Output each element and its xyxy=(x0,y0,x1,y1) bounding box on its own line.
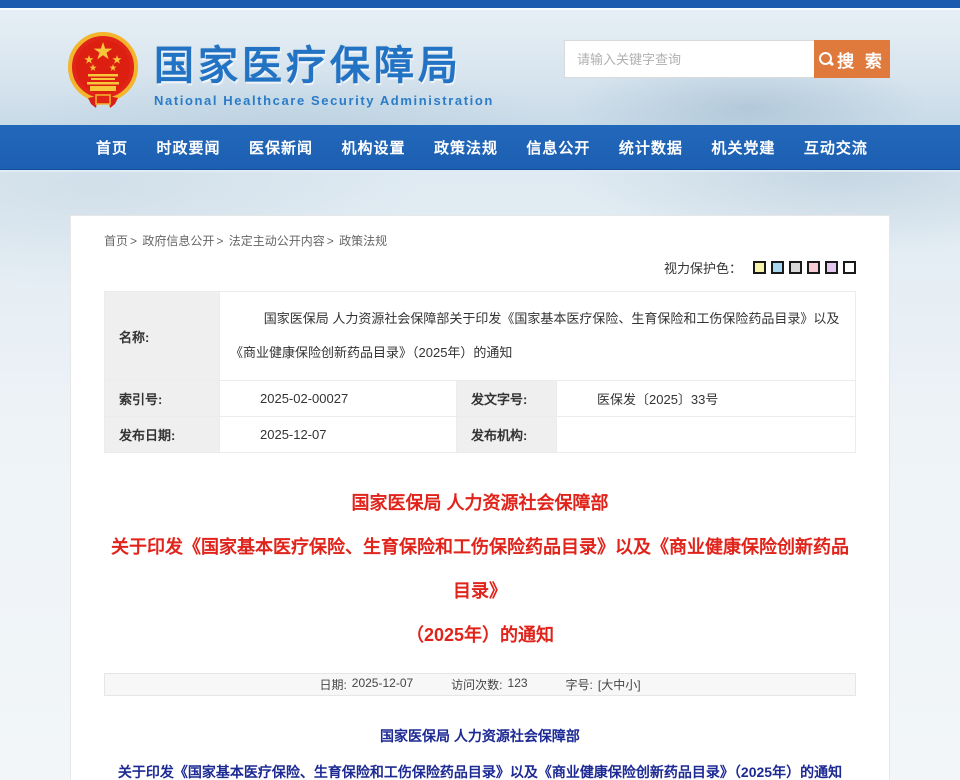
site-header: 国家医疗保障局 National Healthcare Security Adm… xyxy=(0,10,960,125)
notice-title-line1: 国家医保局 人力资源社会保障部 xyxy=(104,481,856,525)
top-strip xyxy=(0,0,960,10)
article-visits-label: 访问次数: xyxy=(451,676,502,693)
breadcrumb-separator: > xyxy=(130,234,137,248)
font-size-links[interactable]: [大中小] xyxy=(598,676,641,693)
meta-doc-no-label: 发文字号: xyxy=(457,381,557,417)
eye-protection-swatch-white[interactable] xyxy=(843,261,856,274)
main-nav: 首页 时政要闻 医保新闻 机构设置 政策法规 信息公开 统计数据 机关党建 互动… xyxy=(0,125,960,170)
table-row: 名称: 国家医保局 人力资源社会保障部关于印发《国家基本医疗保险、生育保险和工伤… xyxy=(105,292,856,381)
meta-pub-org-label: 发布机构: xyxy=(457,417,557,453)
article-info-bar: 日期: 2025-12-07 访问次数: 123 字号: [大中小] xyxy=(104,673,856,696)
document-title-line2: 关于印发《国家基本医疗保险、生育保险和工伤保险药品目录》以及《商业健康保险创新药… xyxy=(104,754,856,780)
breadcrumb-gov-info[interactable]: 政府信息公开 xyxy=(142,234,214,248)
search-icon xyxy=(819,52,833,66)
table-row: 索引号: 2025-02-00027 发文字号: 医保发〔2025〕33号 xyxy=(105,381,856,417)
meta-name-value: 国家医保局 人力资源社会保障部关于印发《国家基本医疗保险、生育保险和工伤保险药品… xyxy=(220,292,856,381)
meta-pub-org-value xyxy=(557,417,856,453)
national-emblem-logo xyxy=(66,30,140,110)
eye-protection-swatch-blue[interactable] xyxy=(771,261,784,274)
nav-item-statistics[interactable]: 统计数据 xyxy=(619,137,683,158)
nav-item-organization[interactable]: 机构设置 xyxy=(341,137,405,158)
table-row: 发布日期: 2025-12-07 发布机构: xyxy=(105,417,856,453)
nav-item-policy-regulations[interactable]: 政策法规 xyxy=(434,137,498,158)
content-card: 首页> 政府信息公开> 法定主动公开内容> 政策法规 视力保护色： 名称: 国家… xyxy=(70,215,890,780)
search-button-label: 搜 索 xyxy=(837,47,885,72)
document-title-navy: 国家医保局 人力资源社会保障部 关于印发《国家基本医疗保险、生育保险和工伤保险药… xyxy=(104,718,856,780)
article-visits-value: 123 xyxy=(508,676,528,693)
eye-protection-swatch-gray[interactable] xyxy=(789,261,802,274)
article-date-value: 2025-12-07 xyxy=(352,676,413,693)
meta-name-label: 名称: xyxy=(105,292,220,381)
breadcrumb-separator: > xyxy=(216,234,223,248)
search-button[interactable]: 搜 索 xyxy=(814,40,890,78)
breadcrumb-statutory-disclosure[interactable]: 法定主动公开内容 xyxy=(229,234,325,248)
nav-item-politics-news[interactable]: 时政要闻 xyxy=(156,137,220,158)
eye-protection-swatch-pink[interactable] xyxy=(807,261,820,274)
breadcrumb-home[interactable]: 首页 xyxy=(104,234,128,248)
breadcrumb-separator: > xyxy=(327,234,334,248)
meta-index-label: 索引号: xyxy=(105,381,220,417)
site-title-english: National Healthcare Security Administrat… xyxy=(154,93,494,108)
nav-item-home[interactable]: 首页 xyxy=(96,137,128,158)
search-box: 搜 索 xyxy=(564,40,890,78)
meta-index-value: 2025-02-00027 xyxy=(220,381,457,417)
meta-doc-no-value: 医保发〔2025〕33号 xyxy=(557,381,856,417)
article-visits: 访问次数: 123 xyxy=(451,676,527,693)
font-size-control: 字号: [大中小] xyxy=(566,676,641,693)
meta-pub-date-label: 发布日期: xyxy=(105,417,220,453)
breadcrumb: 首页> 政府信息公开> 法定主动公开内容> 政策法规 xyxy=(104,232,856,249)
eye-protection-swatch-yellow[interactable] xyxy=(753,261,766,274)
breadcrumb-policy-regulations[interactable]: 政策法规 xyxy=(339,234,387,248)
eye-protection-swatch-purple[interactable] xyxy=(825,261,838,274)
article-date-label: 日期: xyxy=(319,676,346,693)
article-date: 日期: 2025-12-07 xyxy=(319,676,413,693)
nav-item-interaction[interactable]: 互动交流 xyxy=(804,137,868,158)
site-brand[interactable]: 国家医疗保障局 National Healthcare Security Adm… xyxy=(66,30,494,110)
notice-title-line3: （2025年）的通知 xyxy=(104,613,856,657)
nav-item-medical-insurance-news[interactable]: 医保新闻 xyxy=(249,137,313,158)
document-title-line1: 国家医保局 人力资源社会保障部 xyxy=(104,718,856,754)
notice-title-red: 国家医保局 人力资源社会保障部 关于印发《国家基本医疗保险、生育保险和工伤保险药… xyxy=(104,481,856,657)
meta-pub-date-value: 2025-12-07 xyxy=(220,417,457,453)
notice-title-line2: 关于印发《国家基本医疗保险、生育保险和工伤保险药品目录》以及《商业健康保险创新药… xyxy=(104,525,856,613)
nav-item-info-disclosure[interactable]: 信息公开 xyxy=(526,137,590,158)
site-title: 国家医疗保障局 xyxy=(154,33,494,91)
eye-protection-row: 视力保护色： xyxy=(104,258,856,277)
font-size-label: 字号: xyxy=(566,676,593,693)
nav-item-party-building[interactable]: 机关党建 xyxy=(711,137,775,158)
eye-protection-label: 视力保护色： xyxy=(664,258,742,277)
document-meta-table: 名称: 国家医保局 人力资源社会保障部关于印发《国家基本医疗保险、生育保险和工伤… xyxy=(104,291,856,453)
search-input[interactable] xyxy=(564,40,814,78)
